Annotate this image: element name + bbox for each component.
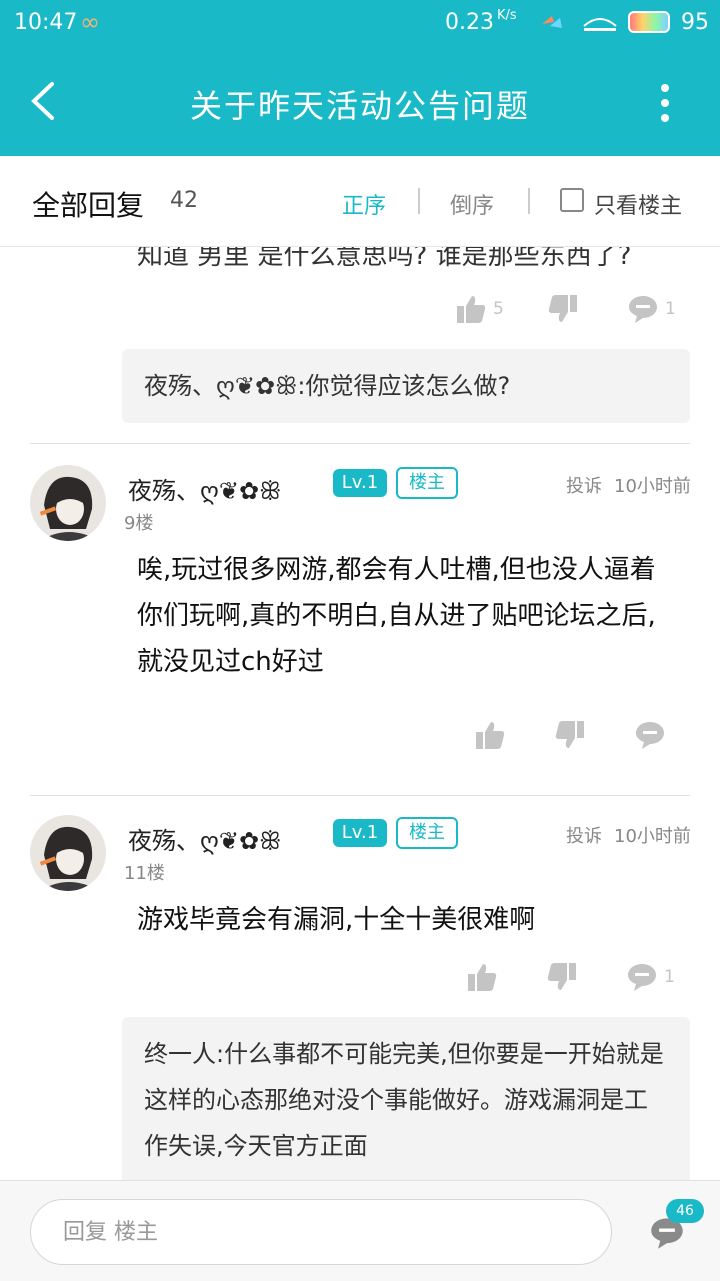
- post-divider: [30, 443, 690, 444]
- dislike-button[interactable]: [554, 717, 586, 753]
- post-actions: [474, 717, 694, 757]
- wifi-icon: [583, 18, 617, 31]
- username[interactable]: 夜殇、ღ❦✿ꕥ: [128, 821, 281, 856]
- comment-button[interactable]: [634, 717, 666, 753]
- avatar[interactable]: [30, 815, 106, 891]
- thumbs-down-icon: [547, 963, 576, 990]
- username[interactable]: 夜殇、ღ❦✿ꕥ: [128, 471, 281, 506]
- divider: [528, 188, 530, 214]
- infinity-icon: ∞: [80, 8, 100, 36]
- comment-count: 1: [665, 299, 676, 319]
- comment-count-badge: 46: [666, 1199, 704, 1223]
- post-text-fragment: 知道 男里 是什么意思吗? 谁是那些东西了?: [137, 247, 632, 271]
- reply-input[interactable]: 回复 楼主: [30, 1199, 612, 1265]
- quote-username[interactable]: 夜殇、ღ❦✿ꕥ: [144, 372, 297, 400]
- post-actions: 5 1: [455, 291, 695, 331]
- owner-badge: 楼主: [396, 467, 458, 499]
- reply-list: 知道 男里 是什么意思吗? 谁是那些东西了? 5 1 夜殇、ღ❦✿ꕥ:你觉得应该…: [0, 247, 720, 1180]
- quote-text: :你觉得应该怎么做?: [297, 372, 511, 400]
- thumbs-up-icon: [476, 722, 505, 749]
- owner-only-label[interactable]: 只看楼主: [594, 188, 682, 220]
- post-divider: [30, 795, 690, 796]
- floor-number: 11楼: [124, 863, 165, 884]
- post-time: 10小时前: [614, 826, 691, 847]
- comment-bubble-icon: [636, 722, 664, 749]
- reply-quote[interactable]: 终一人:什么事都不可能完美,但你要是一开始就是这样的心态那绝对没个事能做好。游戏…: [122, 1017, 690, 1180]
- signal-icon: [542, 16, 562, 28]
- page-title: 关于昨天活动公告问题: [189, 87, 530, 125]
- post-body: 游戏毕竟会有漏洞,十全十美很难啊: [137, 905, 536, 935]
- status-time: 10:47: [14, 10, 78, 35]
- avatar[interactable]: [30, 465, 106, 541]
- like-button[interactable]: 5: [455, 291, 504, 327]
- battery-level: 95: [681, 10, 709, 35]
- more-options-icon[interactable]: [650, 78, 680, 128]
- comment-bubble-icon: [628, 964, 656, 991]
- comment-bubble-icon: [629, 296, 657, 323]
- network-unit: K/s: [497, 8, 517, 23]
- post-time: 10小时前: [614, 476, 691, 497]
- thumbs-up-icon: [468, 964, 497, 991]
- thumbs-down-icon: [555, 721, 584, 748]
- reply-bar: 回复 楼主 46: [0, 1180, 720, 1281]
- floor-number: 9楼: [124, 513, 154, 534]
- owner-badge: 楼主: [396, 817, 458, 849]
- comment-count: 1: [664, 967, 675, 987]
- quote-username[interactable]: 终一人: [144, 1040, 216, 1068]
- like-button[interactable]: [466, 959, 498, 995]
- like-button[interactable]: [474, 717, 506, 753]
- dislike-button[interactable]: [547, 291, 579, 327]
- level-badge: Lv.1: [333, 819, 387, 847]
- reply-quote[interactable]: 夜殇、ღ❦✿ꕥ:你觉得应该怎么做?: [122, 349, 690, 423]
- level-badge: Lv.1: [333, 469, 387, 497]
- thumbs-up-icon: [457, 296, 486, 323]
- report-link[interactable]: 投诉: [566, 472, 602, 498]
- quote-text: :什么事都不可能完美,但你要是一开始就是这样的心态那绝对没个事能做好。游戏漏洞是…: [144, 1040, 664, 1160]
- all-replies-label: 全部回复: [32, 189, 145, 222]
- sort-ascending-tab[interactable]: 正序: [342, 188, 386, 220]
- post-body: 唉,玩过很多网游,都会有人吐槽,但也没人逼着你们玩啊,真的不明白,自从进了贴吧论…: [137, 555, 656, 677]
- report-link[interactable]: 投诉: [566, 822, 602, 848]
- like-count: 5: [493, 299, 504, 319]
- network-speed: 0.23: [445, 10, 494, 35]
- reply-filter-bar: 全部回复 42 正序 倒序 只看楼主: [0, 156, 720, 247]
- divider: [418, 188, 420, 214]
- thumbs-down-icon: [548, 295, 577, 322]
- sort-descending-tab[interactable]: 倒序: [450, 188, 494, 220]
- status-bar: 10:47 ∞ 0.23 K/s 95: [0, 0, 720, 48]
- post-actions: 1: [466, 959, 696, 999]
- comment-button[interactable]: 1: [626, 959, 675, 995]
- comment-button[interactable]: 1: [627, 291, 676, 327]
- owner-only-checkbox[interactable]: [560, 188, 584, 212]
- dislike-button[interactable]: [546, 959, 578, 995]
- reply-count: 42: [170, 188, 198, 213]
- app-bar: 关于昨天活动公告问题: [0, 48, 720, 156]
- battery-icon: [628, 11, 670, 33]
